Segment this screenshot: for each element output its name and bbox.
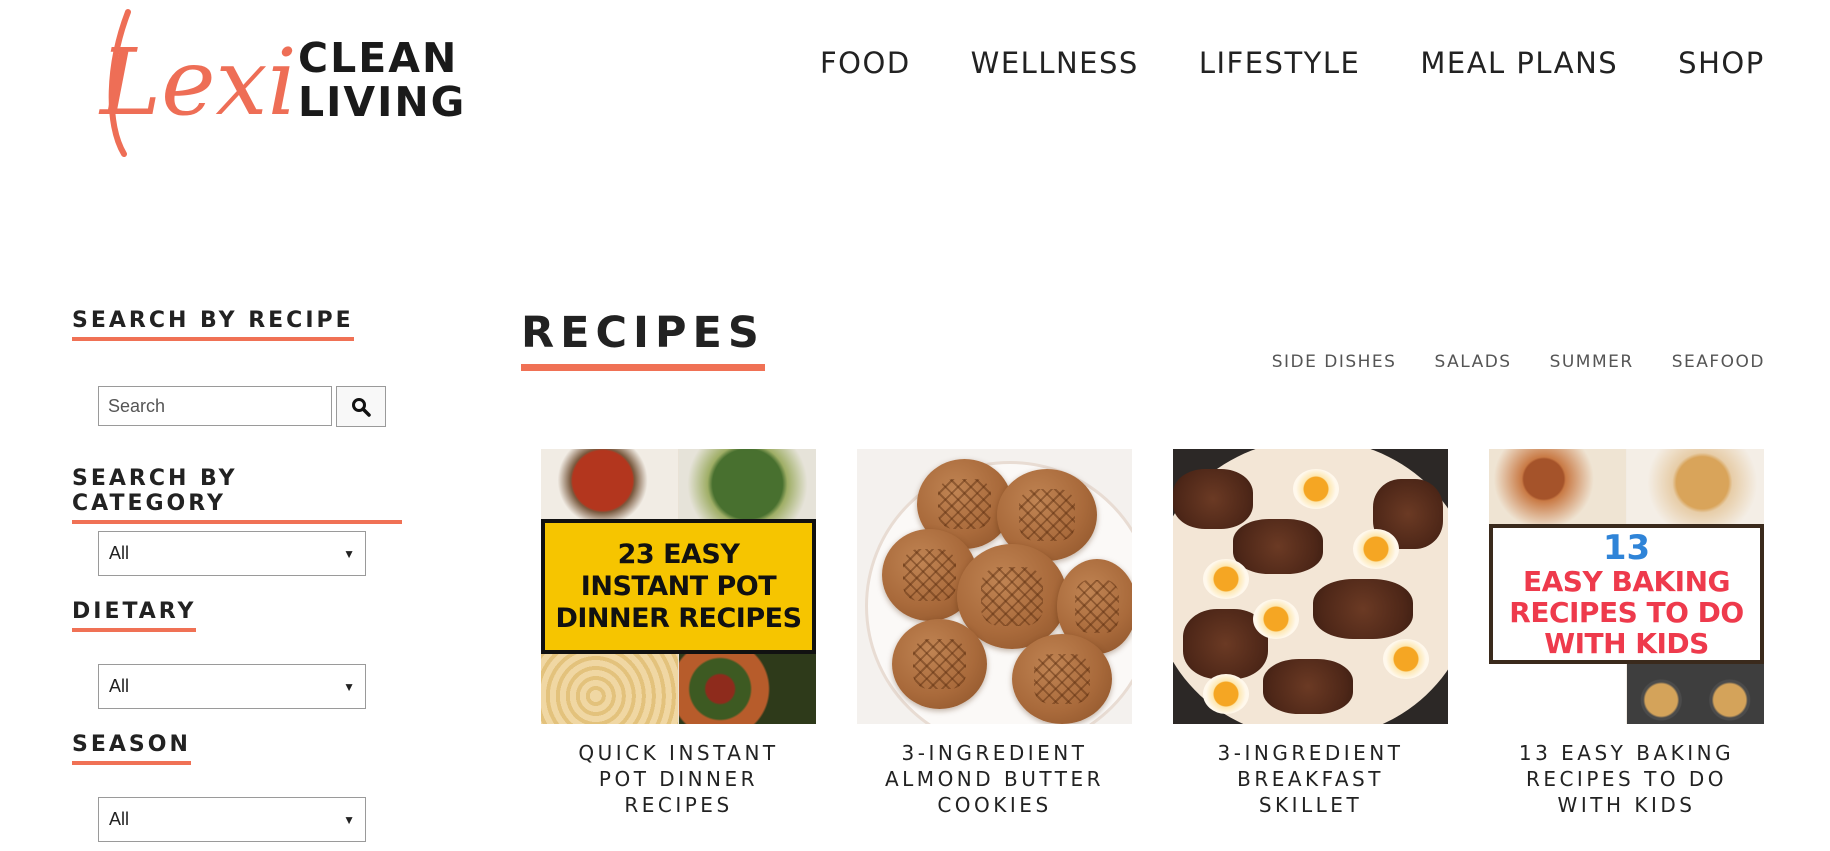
recipe-tag-links: SIDE DISHES SALADS SUMMER SEAFOOD xyxy=(1272,352,1765,372)
category-dropdown-arrow-icon: ▼ xyxy=(343,546,355,561)
dietary-heading: DIETARY xyxy=(72,599,197,632)
cookie-photo xyxy=(1627,449,1764,524)
recipe-card-image[interactable]: 13 EASY BAKING RECIPES TO DO WITH KIDS xyxy=(1489,449,1764,724)
search-by-category-heading: SEARCH BY CATEGORY xyxy=(72,466,402,524)
logo-script-svg: Lexi's xyxy=(98,9,369,157)
nav-shop[interactable]: SHOP xyxy=(1678,46,1765,80)
pasta-photo xyxy=(541,654,678,724)
egg-shape xyxy=(1383,639,1429,679)
broccoli-photo xyxy=(679,449,816,519)
soup-photo xyxy=(541,449,678,519)
banner-line: EASY BAKING xyxy=(1522,564,1731,598)
banner-line: 23 EASY xyxy=(617,538,740,570)
dietary-select[interactable]: All ▼ xyxy=(98,664,366,709)
banner-number: 13 xyxy=(1602,527,1651,568)
tag-side-dishes[interactable]: SIDE DISHES xyxy=(1272,352,1397,372)
recipe-card-image[interactable]: 23 EASY INSTANT POT DINNER RECIPES xyxy=(541,449,816,724)
nav-wellness[interactable]: WELLNESS xyxy=(971,46,1139,80)
meat-shape xyxy=(1173,469,1253,529)
dietary-dropdown-arrow-icon: ▼ xyxy=(343,679,355,694)
season-section: SEASON xyxy=(72,732,191,765)
recipe-card[interactable]: 3-INGREDIENT BREAKFAST SKILLET xyxy=(1173,449,1448,818)
logo-script-text: Lexi's xyxy=(98,29,298,136)
egg-shape xyxy=(1293,469,1339,509)
season-select-value: All xyxy=(109,809,130,829)
banner-line: INSTANT POT xyxy=(580,570,777,602)
season-select[interactable]: All ▼ xyxy=(98,797,366,842)
cookie-shape xyxy=(892,619,987,709)
season-heading: SEASON xyxy=(72,732,191,765)
muffin-tin-photo xyxy=(1627,664,1764,724)
egg-shape xyxy=(1203,559,1249,599)
meat-shape xyxy=(1313,579,1413,639)
nav-food[interactable]: FOOD xyxy=(820,46,911,80)
logo-wordmark: CLEAN LIVING xyxy=(298,36,466,124)
search-by-recipe-section: SEARCH BY RECIPE xyxy=(72,308,354,341)
meat-shape xyxy=(1233,519,1323,574)
recipe-card[interactable]: 23 EASY INSTANT POT DINNER RECIPES QUICK… xyxy=(541,449,816,818)
recipe-card-title[interactable]: 3-INGREDIENT ALMOND BUTTER COOKIES xyxy=(857,740,1132,818)
recipe-card[interactable]: 13 EASY BAKING RECIPES TO DO WITH KIDS 1… xyxy=(1489,449,1764,818)
cookie-shape xyxy=(1012,634,1112,724)
search-icon xyxy=(352,397,371,417)
image-banner: 13 EASY BAKING RECIPES TO DO WITH KIDS xyxy=(1489,524,1764,664)
banner-line: WITH KIDS xyxy=(1544,626,1709,660)
logo-line-living: LIVING xyxy=(298,78,467,126)
banner-line: DINNER RECIPES xyxy=(555,602,802,634)
main-navigation: FOOD WELLNESS LIFESTYLE MEAL PLANS SHOP xyxy=(820,46,1765,80)
meat-shape xyxy=(1263,659,1353,714)
site-logo[interactable]: Lexi's CLEAN LIVING xyxy=(98,4,468,164)
category-select[interactable]: All ▼ xyxy=(98,531,366,576)
dietary-section: DIETARY xyxy=(72,599,197,632)
logo-line-clean: CLEAN xyxy=(298,34,459,82)
baked-bread-photo xyxy=(1489,449,1626,524)
recipe-card-image[interactable] xyxy=(1173,449,1448,724)
nav-meal-plans[interactable]: MEAL PLANS xyxy=(1420,46,1618,80)
egg-shape xyxy=(1353,529,1399,569)
egg-shape xyxy=(1253,599,1299,639)
egg-shape xyxy=(1203,674,1249,714)
tag-salads[interactable]: SALADS xyxy=(1434,352,1511,372)
recipe-card-title[interactable]: 3-INGREDIENT BREAKFAST SKILLET xyxy=(1173,740,1448,818)
search-button[interactable] xyxy=(336,386,386,427)
logo-script-mark: Lexi's xyxy=(98,4,369,164)
page-title: RECIPES xyxy=(521,308,765,371)
nav-lifestyle[interactable]: LIFESTYLE xyxy=(1199,46,1361,80)
recipe-card-title[interactable]: 13 EASY BAKING RECIPES TO DO WITH KIDS xyxy=(1489,740,1764,818)
image-banner: 23 EASY INSTANT POT DINNER RECIPES xyxy=(541,519,816,654)
vegetables-photo xyxy=(679,654,816,724)
search-input[interactable] xyxy=(98,386,332,426)
tag-summer[interactable]: SUMMER xyxy=(1550,352,1634,372)
banner-line: RECIPES TO DO xyxy=(1509,595,1744,629)
search-by-category-section: SEARCH BY CATEGORY xyxy=(72,466,402,524)
blank-photo-area xyxy=(1489,664,1626,724)
season-dropdown-arrow-icon: ▼ xyxy=(343,812,355,827)
search-form xyxy=(98,386,386,427)
recipe-card-image[interactable] xyxy=(857,449,1132,724)
tag-seafood[interactable]: SEAFOOD xyxy=(1672,352,1765,372)
recipe-card-title[interactable]: QUICK INSTANT POT DINNER RECIPES xyxy=(541,740,816,818)
category-select-value: All xyxy=(109,543,130,563)
recipe-card[interactable]: 3-INGREDIENT ALMOND BUTTER COOKIES xyxy=(857,449,1132,818)
search-by-recipe-heading: SEARCH BY RECIPE xyxy=(72,308,354,341)
dietary-select-value: All xyxy=(109,676,130,696)
recipe-grid: 23 EASY INSTANT POT DINNER RECIPES QUICK… xyxy=(541,449,1764,818)
